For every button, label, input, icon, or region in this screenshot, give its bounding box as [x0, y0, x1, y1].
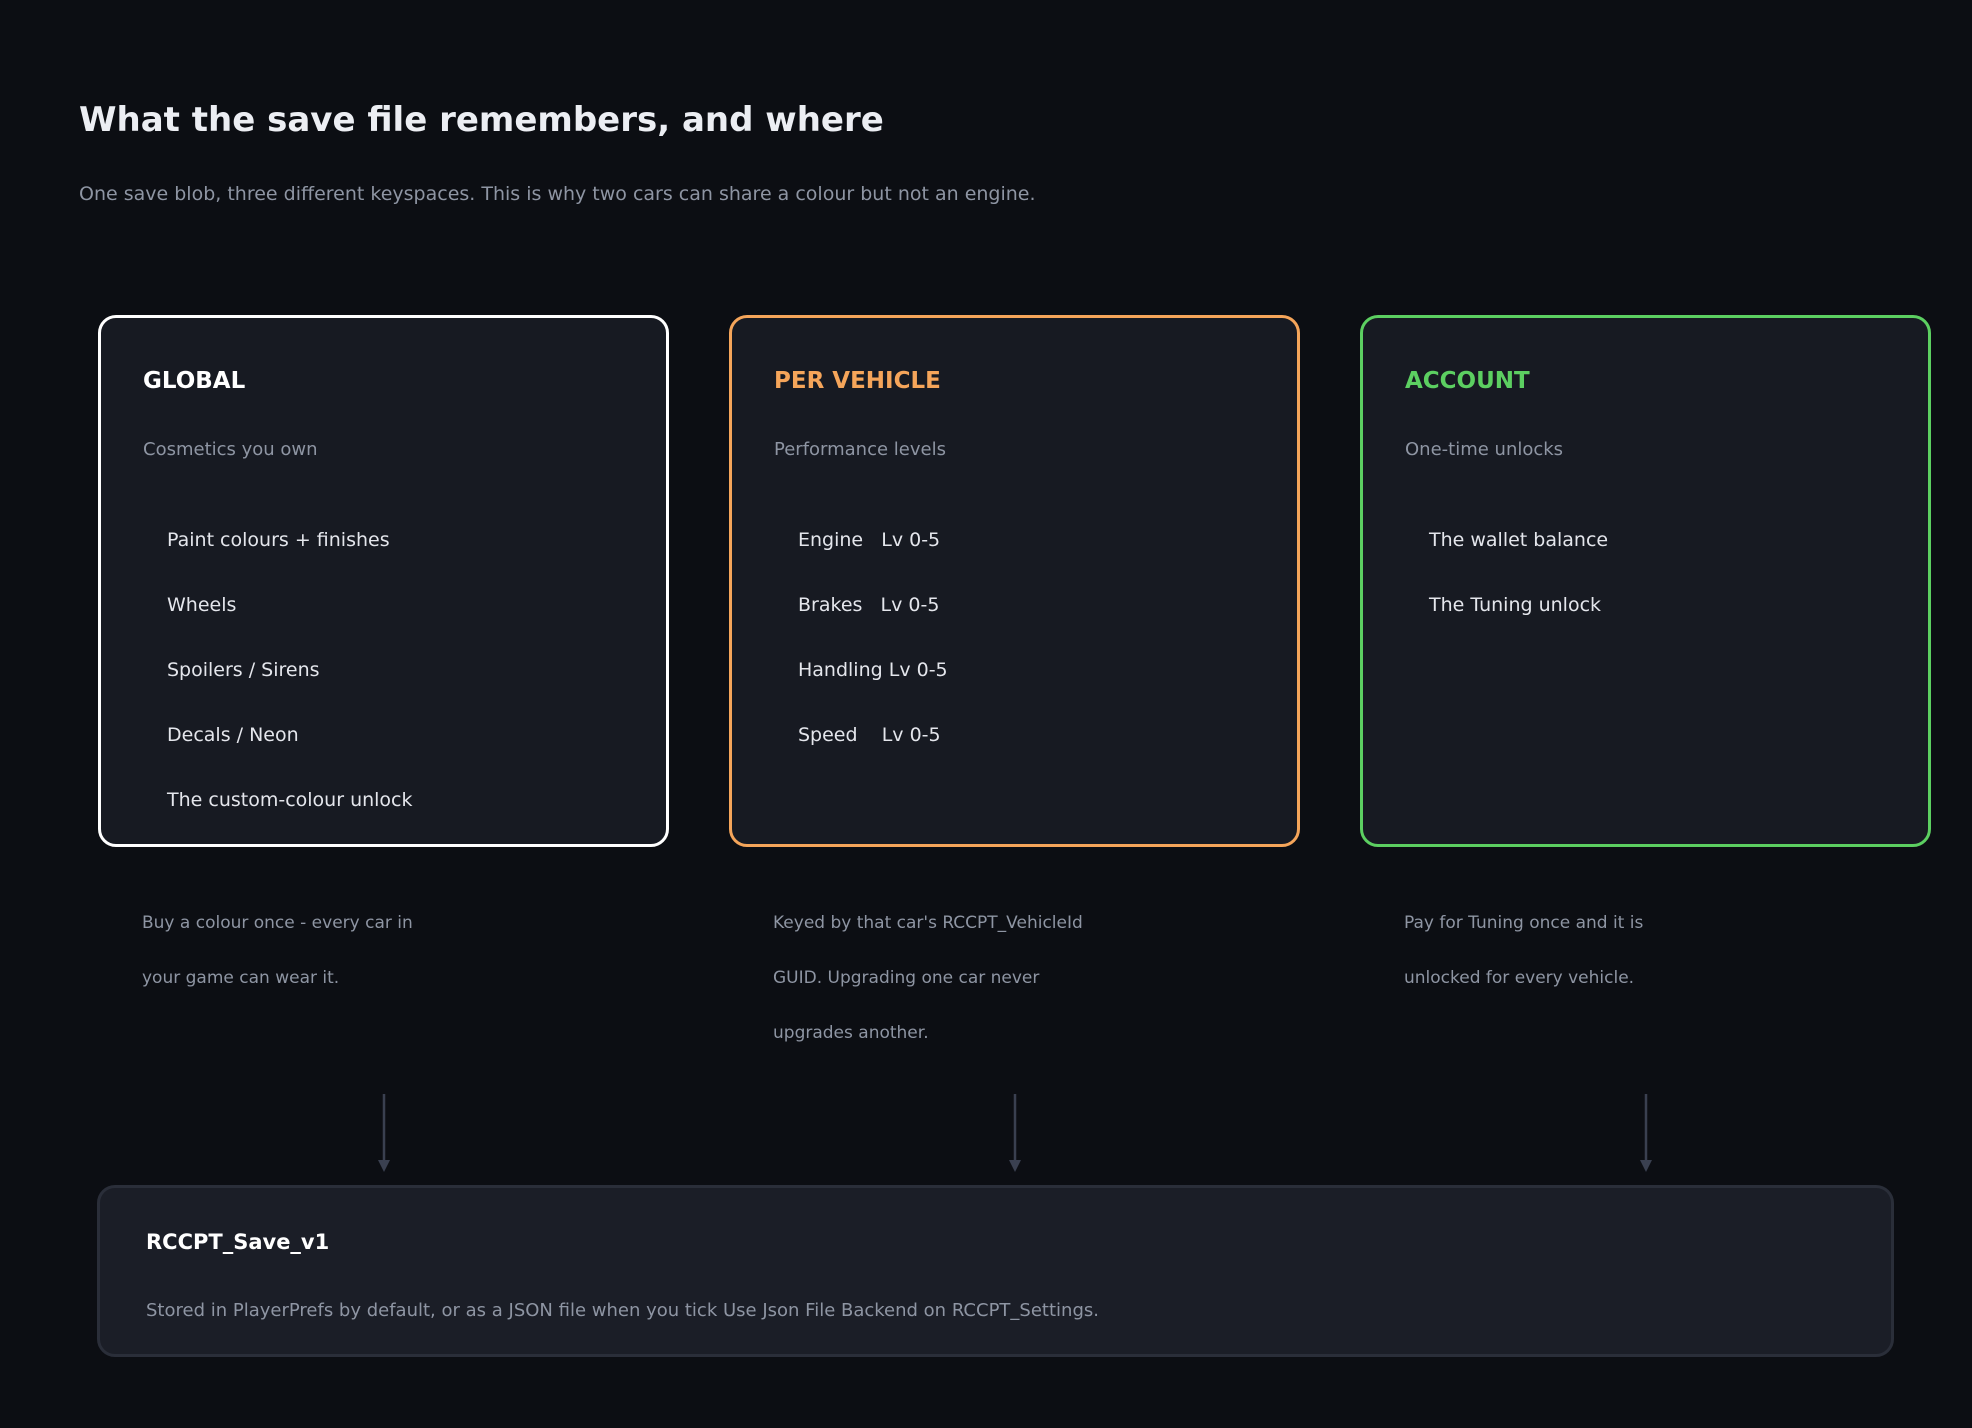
page-subtitle: One save blob, three different keyspaces…	[79, 183, 1036, 205]
global-note: Buy a colour once - every car in your ga…	[142, 896, 472, 1006]
arrow-down-icon	[1640, 1094, 1652, 1172]
list-item: Wheels	[167, 594, 237, 616]
arrow-down-icon	[378, 1094, 390, 1172]
note-line: your game can wear it.	[142, 968, 340, 988]
note-line: unlocked for every vehicle.	[1404, 968, 1635, 988]
list-item: Handling Lv 0-5	[798, 659, 948, 681]
note-line: GUID. Upgrading one car never	[773, 968, 1040, 988]
account-note: Pay for Tuning once and it is unlocked f…	[1404, 896, 1734, 1006]
save-storage-title: RCCPT_Save_v1	[146, 1230, 330, 1254]
list-item: The wallet balance	[1429, 529, 1609, 551]
per-vehicle-note: Keyed by that car's RCCPT_VehicleId GUID…	[773, 896, 1103, 1061]
note-line: Pay for Tuning once and it is	[1404, 913, 1644, 933]
account-item-list: The wallet balance The Tuning unlock	[1429, 529, 1608, 659]
per-vehicle-item-list: Engine Lv 0-5 Brakes Lv 0-5 Handling Lv …	[798, 529, 948, 789]
list-item: Decals / Neon	[167, 724, 299, 746]
global-card: GLOBAL Cosmetics you own Paint colours +…	[98, 315, 669, 847]
page-title: What the save file remembers, and where	[79, 100, 884, 140]
account-card: ACCOUNT One-time unlocks The wallet bala…	[1360, 315, 1931, 847]
save-storage-box: RCCPT_Save_v1 Stored in PlayerPrefs by d…	[97, 1185, 1894, 1357]
per-vehicle-card: PER VEHICLE Performance levels Engine Lv…	[729, 315, 1300, 847]
global-card-subtitle: Cosmetics you own	[143, 439, 318, 460]
arrow-down-icon	[1009, 1094, 1021, 1172]
global-item-list: Paint colours + finishes Wheels Spoilers…	[167, 529, 413, 854]
save-storage-description: Stored in PlayerPrefs by default, or as …	[146, 1300, 1099, 1321]
account-card-title: ACCOUNT	[1405, 368, 1530, 394]
account-card-subtitle: One-time unlocks	[1405, 439, 1564, 460]
list-item: The custom-colour unlock	[167, 789, 413, 811]
list-item: Paint colours + finishes	[167, 529, 390, 551]
list-item: Spoilers / Sirens	[167, 659, 320, 681]
list-item: Engine Lv 0-5	[798, 529, 941, 551]
note-line: Buy a colour once - every car in	[142, 913, 413, 933]
note-line: Keyed by that car's RCCPT_VehicleId	[773, 913, 1083, 933]
list-item: Brakes Lv 0-5	[798, 594, 940, 616]
per-vehicle-card-subtitle: Performance levels	[774, 439, 946, 460]
list-item: Speed Lv 0-5	[798, 724, 941, 746]
note-line: upgrades another.	[773, 1023, 929, 1043]
per-vehicle-card-title: PER VEHICLE	[774, 368, 941, 394]
list-item: The Tuning unlock	[1429, 594, 1602, 616]
global-card-title: GLOBAL	[143, 368, 246, 394]
